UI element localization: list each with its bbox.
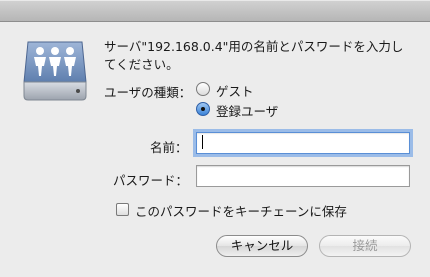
dialog-message: サーバ"192.168.0.4"用の名前とパスワードを入力してください。 [104, 39, 404, 72]
title-bar[interactable] [0, 0, 430, 22]
registered-user-radio-label[interactable]: 登録ユーザ [216, 101, 278, 120]
user-type-label: ユーザの種類： [104, 85, 192, 100]
cancel-button[interactable]: キャンセル [216, 235, 308, 257]
text-cursor [202, 135, 203, 149]
save-password-label[interactable]: このパスワードをキーチェーンに保存 [135, 201, 347, 220]
network-server-icon [20, 38, 90, 108]
save-password-checkbox[interactable] [116, 203, 129, 216]
connect-button[interactable]: 接続 [319, 235, 411, 257]
name-field[interactable] [196, 132, 410, 154]
login-dialog: サーバ"192.168.0.4"用の名前とパスワードを入力してください。 ユーザ… [0, 0, 430, 277]
registered-user-radio[interactable] [196, 102, 210, 116]
guest-radio-label[interactable]: ゲスト [216, 81, 254, 100]
password-field[interactable] [196, 165, 410, 187]
guest-radio[interactable] [196, 82, 210, 96]
name-label: 名前： [150, 140, 188, 155]
password-label: パスワード： [113, 173, 189, 188]
